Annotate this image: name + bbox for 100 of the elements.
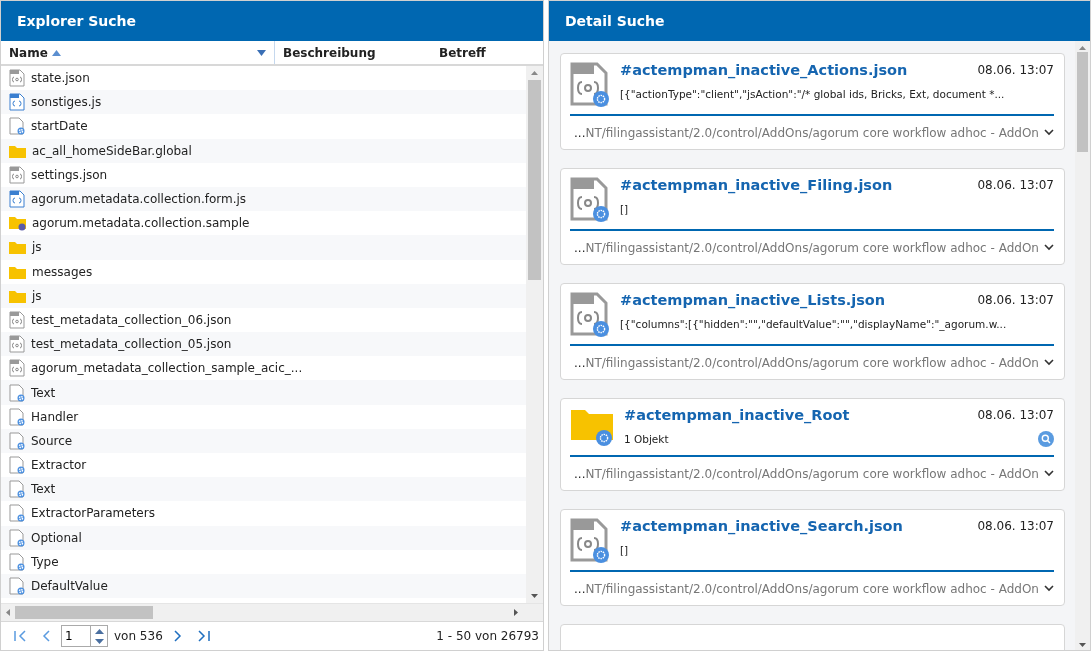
gear-file-icon [9, 117, 25, 136]
gear-file-icon [9, 407, 25, 426]
file-name: Optional [31, 530, 82, 545]
file-name: test_metadata_collection_05.json [31, 337, 232, 352]
file-name: state.json [31, 71, 90, 86]
result-path: ...NT/filingassistant/2.0/control/AddOns/agorum core workflow adhoc - AddOn [574, 125, 1039, 140]
dropdown-caret-icon[interactable] [257, 49, 266, 56]
sort-ascending-icon [51, 49, 61, 56]
folder-icon [570, 407, 614, 447]
script-file-icon [9, 190, 25, 209]
scroll-right-icon[interactable] [513, 608, 519, 617]
file-name: DefaultValue [31, 579, 108, 594]
file-row[interactable]: sonstiges.js [1, 90, 526, 115]
search-icon[interactable] [1038, 431, 1054, 447]
expand-chevron-icon[interactable] [1044, 129, 1054, 136]
gear-file-icon [9, 383, 25, 402]
result-date: 08.06. 13:07 [977, 519, 1054, 533]
file-row[interactable]: agorum.metadata.collection.form.js [1, 186, 526, 212]
expand-chevron-icon[interactable] [1044, 470, 1054, 477]
json-file-icon [570, 62, 610, 108]
file-name: Text [31, 385, 56, 400]
expand-chevron-icon[interactable] [1044, 244, 1054, 251]
scroll-thumb[interactable] [15, 606, 153, 619]
result-date: 08.06. 13:07 [977, 293, 1054, 307]
result-date: 08.06. 13:07 [977, 178, 1054, 192]
file-row[interactable]: ac_all_homeSideBar.global [1, 138, 526, 163]
expand-chevron-icon[interactable] [1044, 359, 1054, 366]
folder-icon [9, 215, 26, 232]
file-row[interactable]: test_metadata_collection_05.json [1, 332, 526, 357]
result-range: 1 - 50 von 26793 [436, 629, 539, 643]
gear-file-icon [9, 504, 25, 523]
result-date: 08.06. 13:07 [977, 63, 1054, 77]
scroll-left-icon[interactable] [5, 608, 11, 617]
file-row[interactable]: Source [1, 428, 526, 453]
file-row[interactable]: Text [1, 380, 526, 405]
gear-file-icon [9, 480, 25, 499]
file-row[interactable]: js [1, 235, 526, 260]
gear-file-icon [9, 552, 25, 571]
file-name: startDate [31, 119, 88, 134]
result-card[interactable]: #actempman_inactive_Filing.json 08.06. 13:07 [] ...NT/filingassistant/2.0/control/AddOns/agorum core workflow adhoc - AddOn [560, 168, 1065, 265]
decrement-icon[interactable] [94, 638, 104, 644]
file-name: Type [31, 554, 59, 569]
result-card[interactable]: #actempman_inactive_Root 08.06. 13:07 1 Objekt ...NT/filingassistant/2.0/control/AddOns/agorum core workflow adhoc - AddOn [560, 398, 1065, 491]
json-file-icon [9, 310, 25, 329]
result-title[interactable]: #actempman_inactive_Search.json [620, 518, 903, 534]
result-path: ...NT/filingassistant/2.0/control/AddOns/agorum core workflow adhoc - AddOn [574, 466, 1039, 481]
result-card[interactable]: #actempman_inactive_Search.json 08.06. 13:07 [] ...NT/filingassistant/2.0/control/AddOns/agorum core workflow adhoc - AddOn [560, 509, 1065, 606]
scroll-thumb[interactable] [1077, 52, 1088, 152]
file-name: agorum_metadata_collection_sample_acic_... [31, 361, 303, 376]
panel-title: Explorer Suche [1, 1, 543, 41]
result-title[interactable]: #actempman_inactive_Lists.json [620, 292, 886, 308]
file-name: Handler [31, 409, 79, 424]
page-number-field[interactable]: 1 [61, 625, 91, 647]
result-preview: [{"actionType":"client","jsAction":"/* global ids, Bricks, Ext, document *... [620, 88, 1005, 100]
file-name: settings.json [31, 167, 108, 182]
column-header[interactable]: Betreff [431, 41, 526, 64]
result-path: ...NT/filingassistant/2.0/control/AddOns/agorum core workflow adhoc - AddOn [574, 581, 1039, 596]
file-name: Extractor [31, 458, 87, 473]
file-row[interactable]: Text [1, 477, 526, 502]
file-name: js [32, 288, 42, 303]
result-card[interactable]: #actempman_inactive_Actions.json 08.06. 13:07 [{"actionType":"client","jsAction":"/* global ids, Bricks, Ext, document *... ...NT/filingassistant/2.0/control/AddOns/agorum core workflow adhoc - AddOn [560, 53, 1065, 150]
result-title[interactable]: #actempman_inactive_Filing.json [620, 177, 893, 193]
folder-icon [9, 143, 26, 158]
file-name: Source [31, 433, 73, 448]
result-preview: [] [620, 203, 629, 215]
json-file-icon [570, 518, 610, 564]
result-title[interactable]: #actempman_inactive_Root [624, 407, 850, 423]
file-row[interactable]: Optional [1, 525, 526, 550]
increment-icon[interactable] [94, 628, 104, 634]
folder-icon [9, 240, 26, 255]
scroll-down-icon[interactable] [1078, 640, 1087, 650]
result-preview: 1 Objekt [624, 433, 669, 445]
file-name: ExtractorParameters [31, 506, 155, 521]
file-name: agorum.metadata.collection.form.js [31, 192, 247, 207]
scroll-thumb[interactable] [528, 80, 541, 280]
json-file-icon [9, 69, 25, 88]
page-spinner[interactable] [91, 625, 108, 647]
folder-icon [9, 288, 26, 303]
vertical-scrollbar[interactable] [526, 66, 543, 603]
vertical-scrollbar[interactable] [1075, 41, 1090, 650]
json-file-icon [570, 177, 610, 223]
horizontal-scrollbar[interactable] [1, 603, 543, 621]
result-card[interactable]: #actempman_inactive_Lists.json 08.06. 13:07 [{"columns":[{"hidden":"","defaultValue":"","displayName":"_agorum.w... ...NT/filingassistant/2.0/control/AddOns/agorum core workflow adhoc - AddOn [560, 283, 1065, 380]
result-title[interactable]: #actempman_inactive_Actions.json [620, 62, 908, 78]
result-date: 08.06. 13:07 [977, 408, 1054, 422]
result-preview: [] [620, 544, 629, 556]
column-header[interactable]: Name [1, 41, 275, 64]
page-count: von 536 [114, 629, 163, 643]
file-row[interactable]: DefaultValue [1, 573, 526, 599]
file-name: js [32, 240, 42, 255]
json-file-icon [570, 292, 610, 338]
file-name: ac_all_homeSideBar.global [32, 143, 192, 158]
gear-file-icon [9, 528, 25, 547]
gear-file-icon [9, 431, 25, 450]
file-name: messages [32, 264, 93, 279]
result-path: ...NT/filingassistant/2.0/control/AddOns/agorum core workflow adhoc - AddOn [574, 240, 1039, 255]
column-header[interactable]: Beschreibung [275, 41, 431, 64]
expand-chevron-icon[interactable] [1044, 585, 1054, 592]
file-row[interactable]: js [1, 283, 526, 308]
gear-file-icon [9, 577, 25, 596]
